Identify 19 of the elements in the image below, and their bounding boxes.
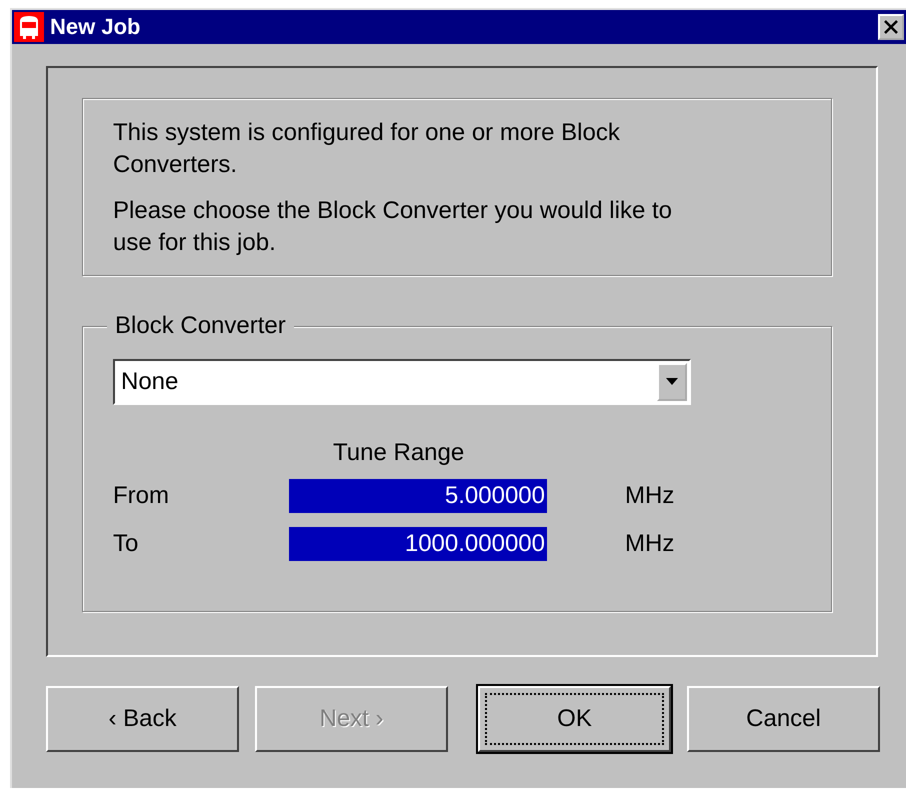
unit-label: MHz (625, 482, 674, 510)
dropdown-button[interactable] (657, 363, 687, 401)
close-icon (883, 19, 899, 35)
unit-label: MHz (625, 530, 674, 558)
bus-icon (14, 12, 44, 42)
info-text: Please choose the Block Converter you would like to use for this job. (113, 196, 673, 258)
caret-icon (666, 378, 678, 386)
range-value-field[interactable]: 1000.000000 (289, 527, 547, 561)
close-button[interactable] (878, 14, 904, 40)
dialog-button[interactable]: Cancel (687, 686, 880, 752)
range-value-field[interactable]: 5.000000 (289, 479, 547, 513)
range-label: To (113, 530, 140, 558)
window-title: New Job (50, 14, 142, 40)
dialog-button[interactable]: ‹ Back (46, 686, 239, 752)
tune-range-heading: Tune Range (333, 439, 466, 467)
range-label: From (113, 482, 170, 510)
converter-dropdown[interactable]: None (113, 359, 691, 405)
dialog-button[interactable]: OK (478, 686, 671, 752)
info-text: This system is configured for one or more Block Converters. (113, 118, 621, 180)
